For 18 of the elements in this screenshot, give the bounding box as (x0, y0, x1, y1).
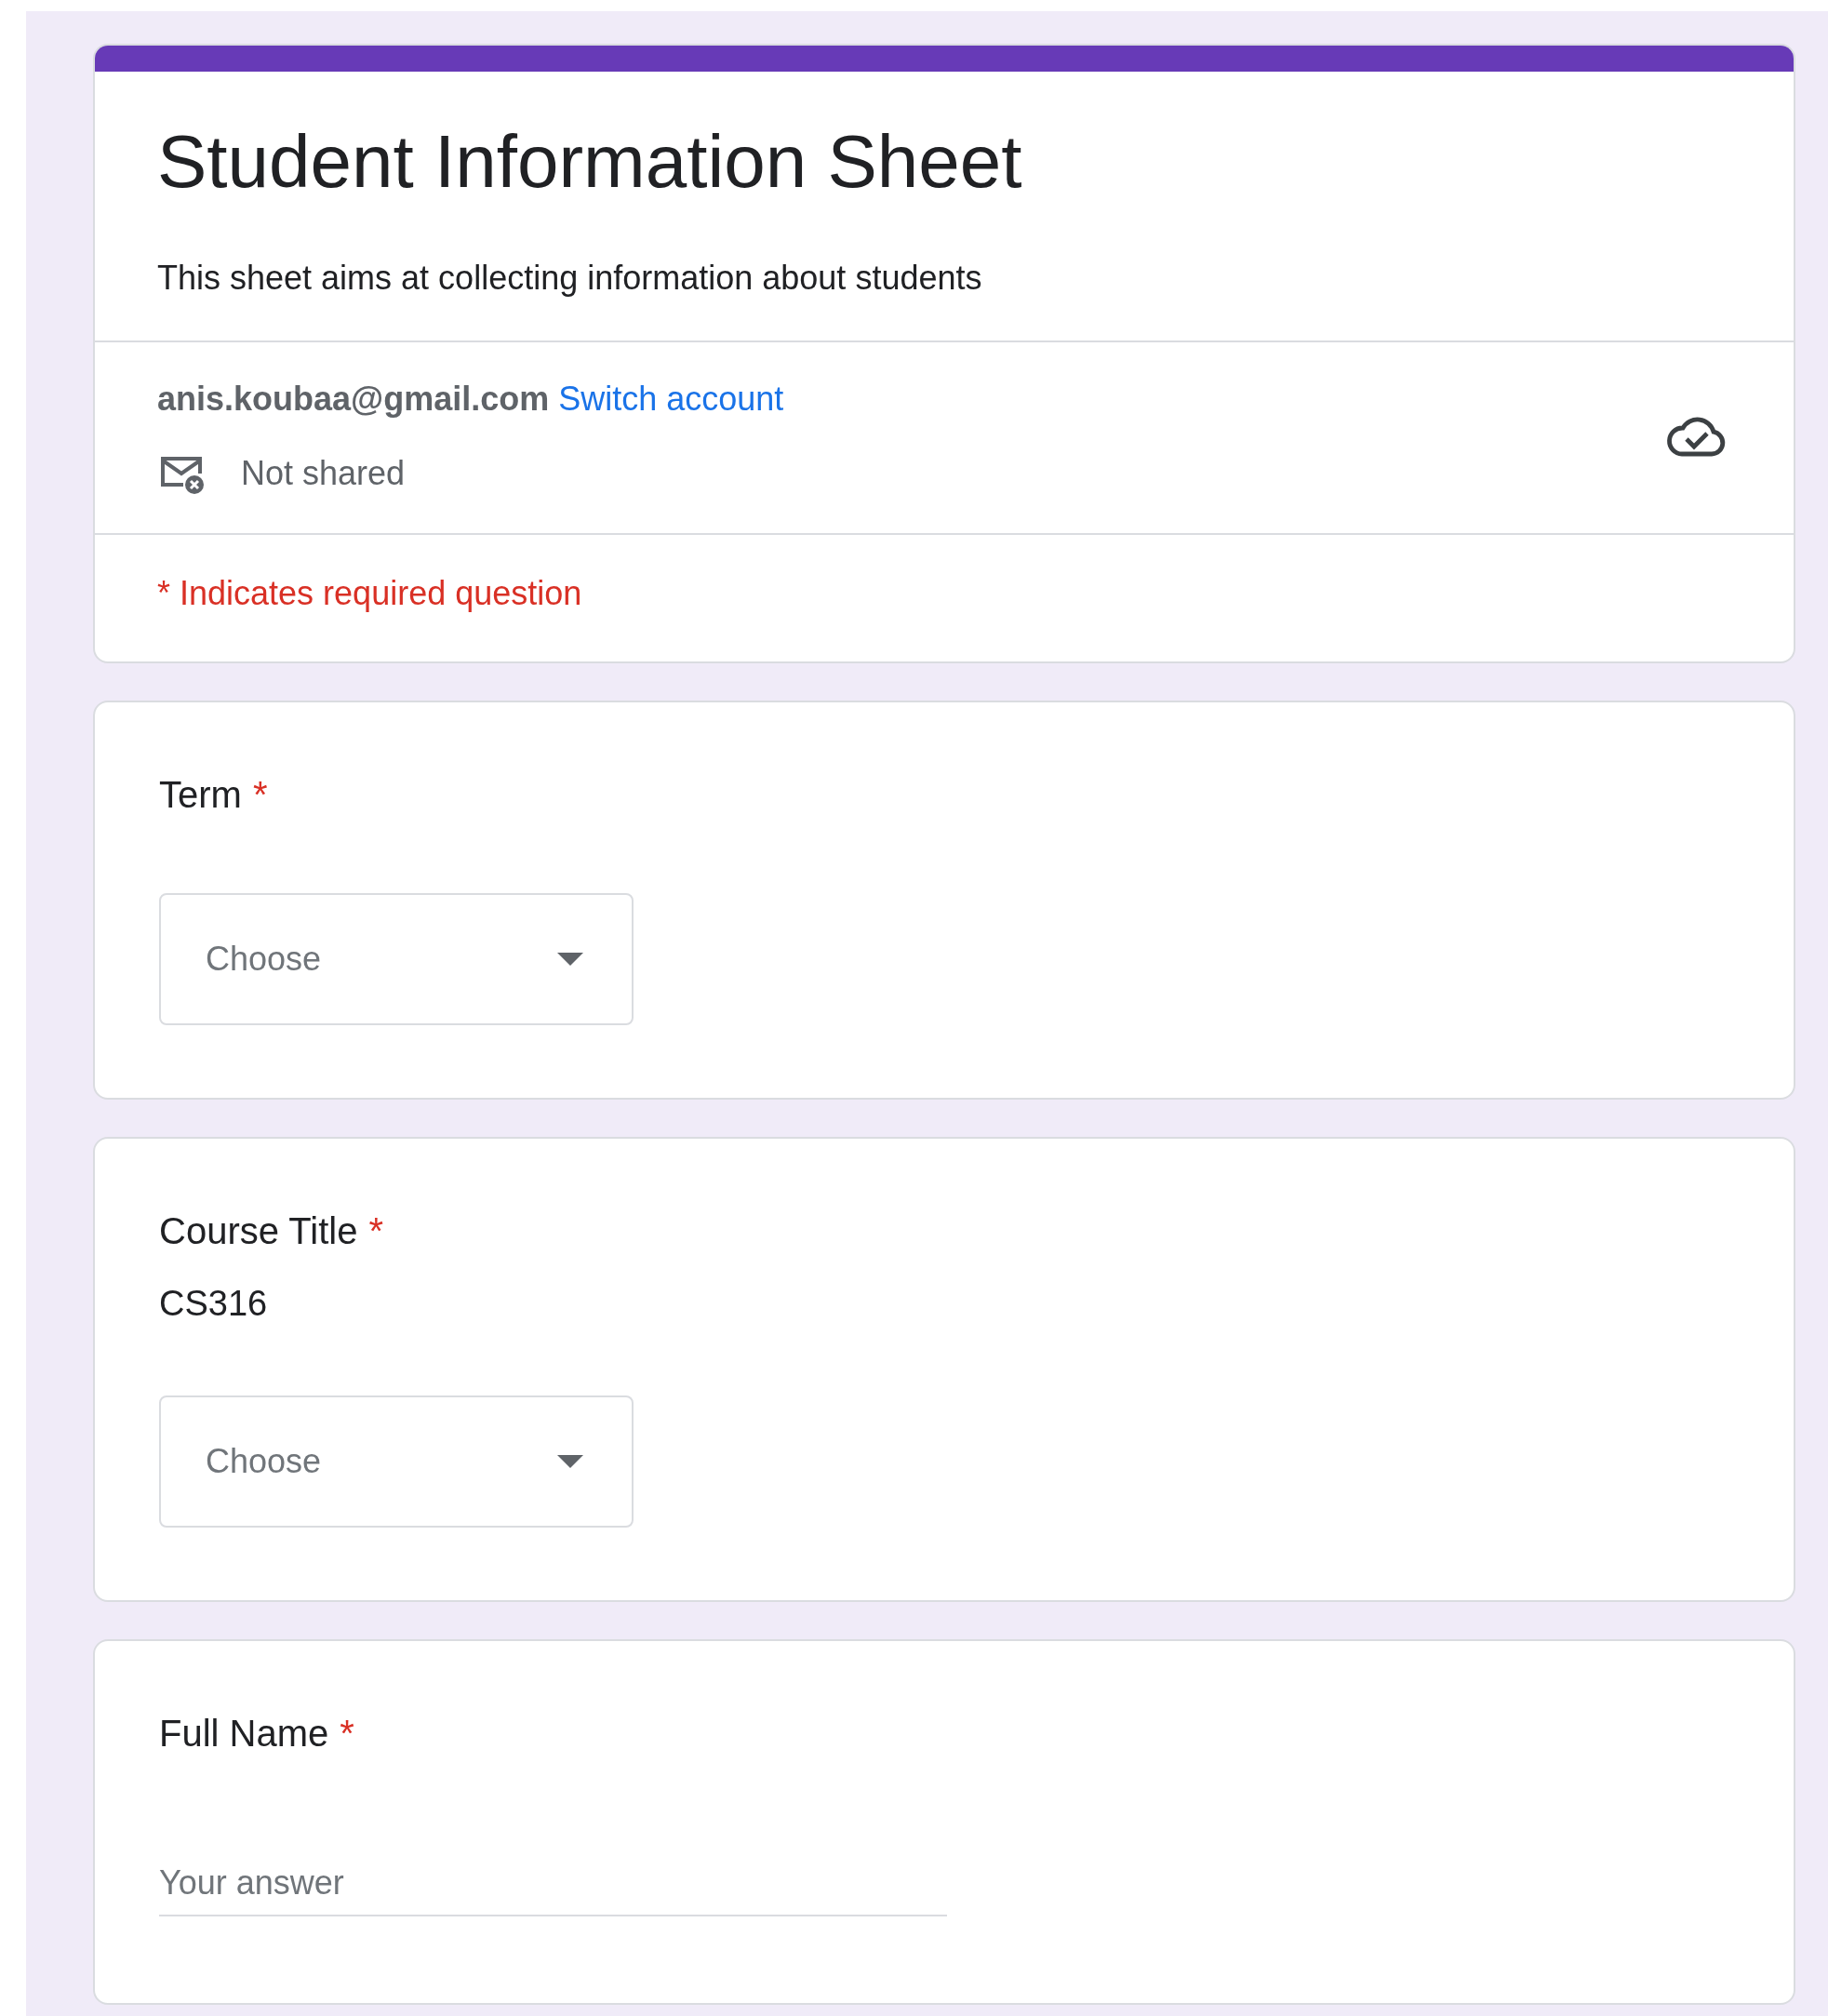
account-email: anis.koubaa@gmail.com (157, 379, 550, 420)
required-asterisk: * (368, 1209, 383, 1253)
question-description: CS316 (159, 1283, 268, 1325)
question-title: Full Name (159, 1712, 329, 1756)
required-note: * Indicates required question (157, 574, 582, 612)
form-title: Student Information Sheet (157, 119, 1022, 205)
choose-dropdown[interactable]: Choose (159, 1395, 634, 1528)
choose-dropdown[interactable]: Choose (159, 893, 634, 1025)
question-title: Course Title (159, 1209, 358, 1253)
caret-icon (557, 953, 583, 966)
caret-icon (557, 1455, 583, 1468)
question-title: Term (159, 773, 242, 817)
switch-account-link[interactable]: Switch account (558, 374, 784, 424)
form-description: This sheet aims at collecting information about students (157, 260, 982, 297)
sharing-status: Not shared (241, 453, 406, 494)
required-asterisk: * (252, 773, 268, 817)
answer-field[interactable]: Your answer (159, 1851, 947, 1916)
required-asterisk: * (340, 1712, 354, 1756)
